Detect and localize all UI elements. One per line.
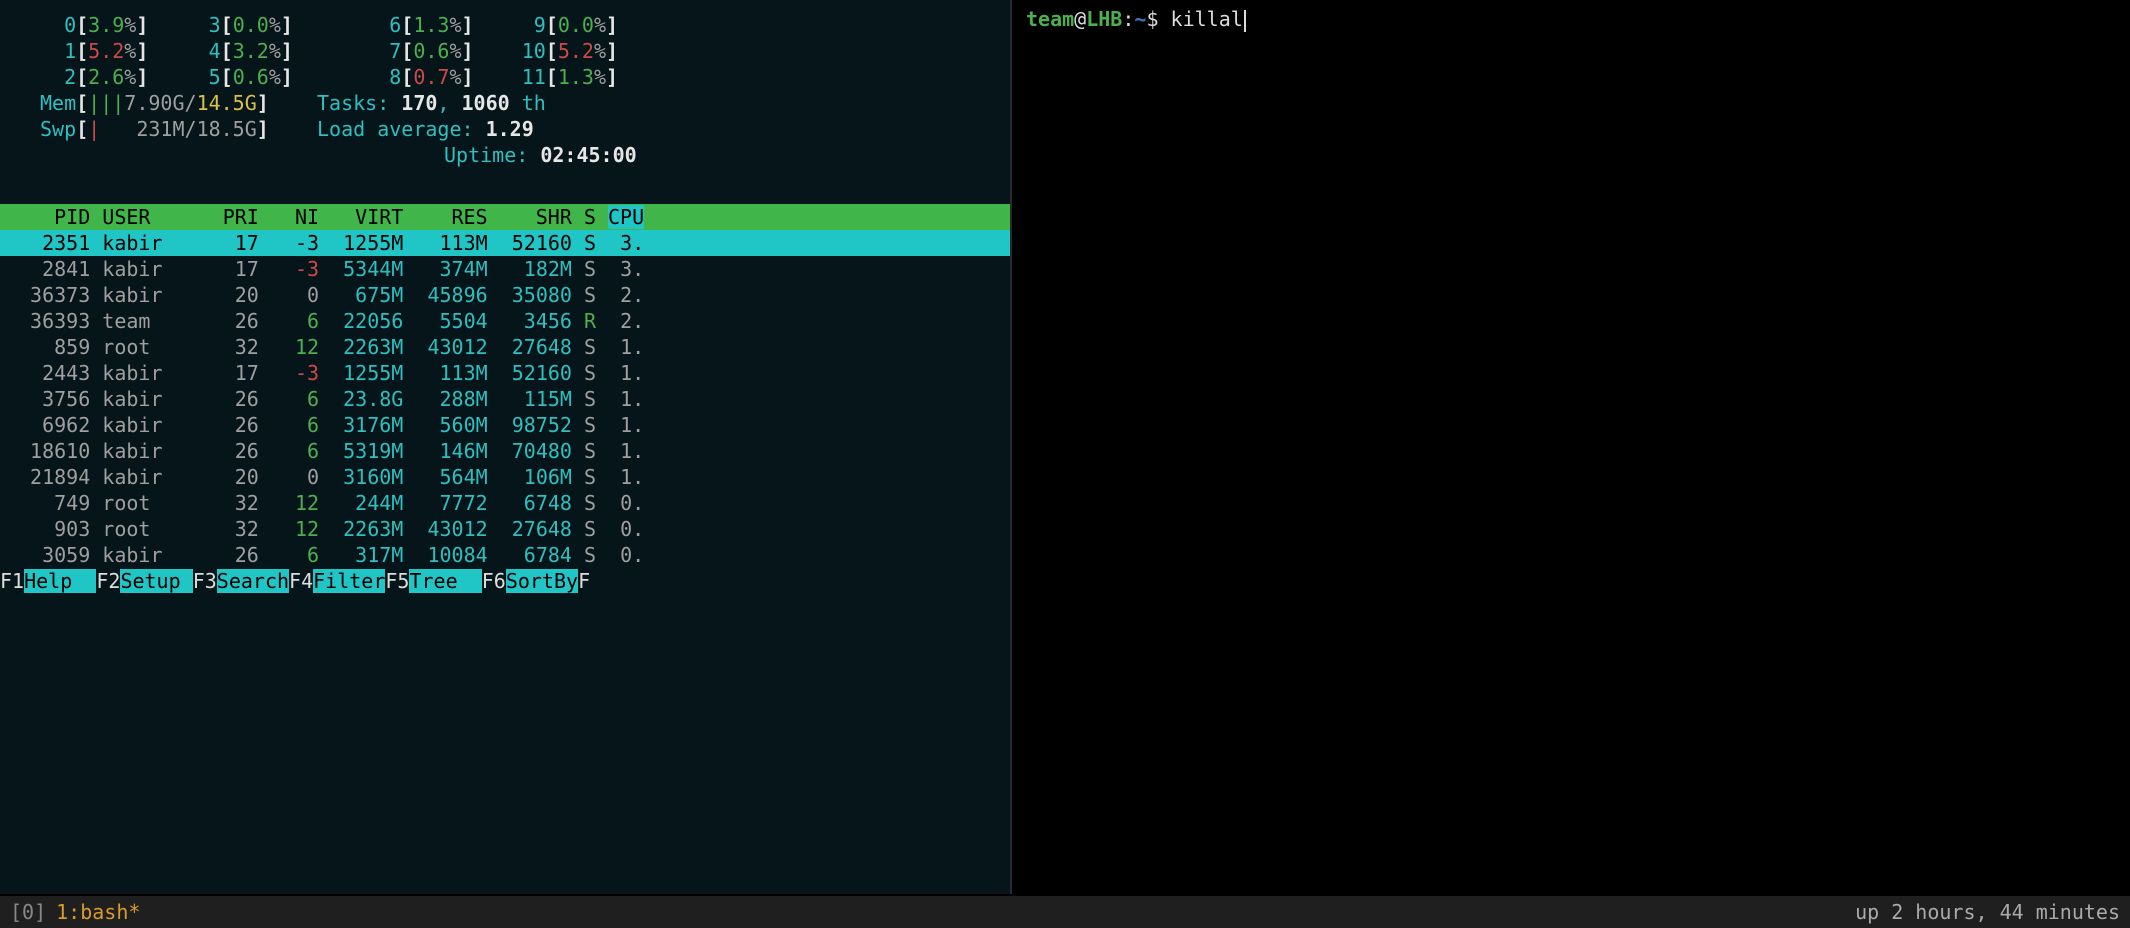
mem-meters: Mem[|||7.90G/14.5G] Tasks: 170, 1060 thS… <box>0 90 1010 142</box>
prompt-path: ~ <box>1134 7 1146 31</box>
prompt-sep: @ <box>1074 7 1086 31</box>
table-row[interactable]: 859 root 32 12 2263M 43012 27648 S 1. <box>0 334 1010 360</box>
table-row[interactable]: 2443 kabir 17 -3 1255M 113M 52160 S 1. <box>0 360 1010 386</box>
fkey-F4[interactable]: F4 <box>289 569 313 593</box>
status-uptime: up 2 hours, 44 minutes <box>1855 899 2120 925</box>
cpu-meters: 0[3.9%] 3[0.0%] 6[1.3%] 9[0.0%] 1[5.2%] … <box>0 12 1010 90</box>
shell-input[interactable]: killal <box>1158 7 1242 31</box>
fkey-F1-label[interactable]: Help <box>24 569 96 593</box>
table-row[interactable]: 749 root 32 12 244M 7772 6748 S 0. <box>0 490 1010 516</box>
fkey-F1[interactable]: F1 <box>0 569 24 593</box>
htop-pane[interactable]: 0[3.9%] 3[0.0%] 6[1.3%] 9[0.0%] 1[5.2%] … <box>0 0 1010 894</box>
window-tab[interactable]: 1:bash* <box>56 899 140 925</box>
function-keys[interactable]: F1Help F2Setup F3SearchF4FilterF5Tree F6… <box>0 568 1010 594</box>
table-row[interactable]: 36373 kabir 20 0 675M 45896 35080 S 2. <box>0 282 1010 308</box>
fkey-F4-label[interactable]: Filter <box>313 569 385 593</box>
fkey-F5[interactable]: F5 <box>385 569 409 593</box>
fkey-F[interactable]: F <box>578 569 590 593</box>
prompt-user: team <box>1026 7 1074 31</box>
table-row[interactable]: 903 root 32 12 2263M 43012 27648 S 0. <box>0 516 1010 542</box>
table-row[interactable]: 3059 kabir 26 6 317M 10084 6784 S 0. <box>0 542 1010 568</box>
table-header[interactable]: PID USER PRI NI VIRT RES SHR S CPU <box>0 204 1010 230</box>
sys-info: Uptime: 02:45:00 <box>0 142 1010 168</box>
process-table[interactable]: PID USER PRI NI VIRT RES SHR S CPU 2351 … <box>0 204 1010 568</box>
fkey-F3-label[interactable]: Search <box>217 569 289 593</box>
fkey-F6-label[interactable]: SortBy <box>506 569 578 593</box>
table-row[interactable]: 6962 kabir 26 6 3176M 560M 98752 S 1. <box>0 412 1010 438</box>
table-row[interactable]: 21894 kabir 20 0 3160M 564M 106M S 1. <box>0 464 1010 490</box>
cursor <box>1244 10 1246 32</box>
shell-pane[interactable]: team@LHB:~$ killal <box>1010 0 2130 894</box>
table-row[interactable]: 18610 kabir 26 6 5319M 146M 70480 S 1. <box>0 438 1010 464</box>
table-row[interactable]: 36393 team 26 6 22056 5504 3456 R 2. <box>0 308 1010 334</box>
fkey-F2[interactable]: F2 <box>96 569 120 593</box>
fkey-F2-label[interactable]: Setup <box>120 569 192 593</box>
fkey-F3[interactable]: F3 <box>193 569 217 593</box>
table-row[interactable]: 2841 kabir 17 -3 5344M 374M 182M S 3. <box>0 256 1010 282</box>
fkey-F6[interactable]: F6 <box>482 569 506 593</box>
tmux-status-bar[interactable]: [0] 1:bash* up 2 hours, 44 minutes <box>0 896 2130 928</box>
fkey-F5-label[interactable]: Tree <box>409 569 481 593</box>
session-indicator[interactable]: [0] <box>10 899 46 925</box>
table-row[interactable]: 3756 kabir 26 6 23.8G 288M 115M S 1. <box>0 386 1010 412</box>
table-row[interactable]: 2351 kabir 17 -3 1255M 113M 52160 S 3. <box>0 230 1010 256</box>
prompt-host: LHB <box>1086 7 1122 31</box>
